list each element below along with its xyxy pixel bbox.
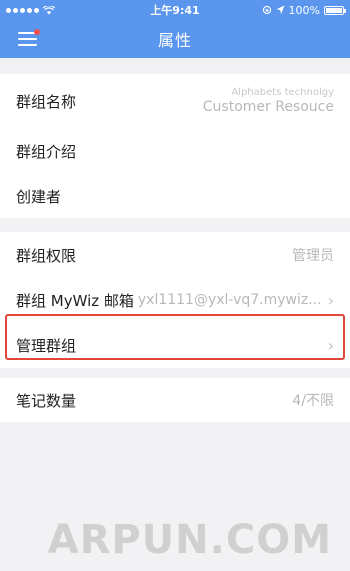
page-title: 属性 xyxy=(157,31,192,50)
group-permission-label: 群组权限 xyxy=(16,246,77,265)
group-email-row[interactable]: 群组 MyWiz 邮箱 yxl1111@yxl-vq7.mywiz... › xyxy=(0,278,350,322)
group-name-row[interactable]: 群组名称 Alphabets technolgy Customer Resouc… xyxy=(0,74,350,128)
group-email-value: yxl1111@yxl-vq7.mywiz... xyxy=(137,292,322,308)
manage-group-row[interactable]: 管理群组 › xyxy=(0,322,350,368)
location-icon xyxy=(276,5,285,14)
watermark: ARPUN.COM xyxy=(47,517,332,563)
status-left xyxy=(6,5,55,15)
group-email-label: 群组 MyWiz 邮箱 xyxy=(16,291,134,310)
group-name-label: 群组名称 xyxy=(16,92,77,111)
status-right: 100% xyxy=(262,3,346,17)
creator-row[interactable]: 创建者 xyxy=(0,174,350,218)
group-email-value-wrap: yxl1111@yxl-vq7.mywiz... › xyxy=(138,291,334,310)
group-name-value-line1: Alphabets technolgy xyxy=(231,86,334,98)
group-info-section: 群组名称 Alphabets technolgy Customer Resouc… xyxy=(0,74,350,218)
battery-percent: 100% xyxy=(288,3,320,17)
group-name-value: Alphabets technolgy Customer Resouce xyxy=(203,87,334,116)
group-intro-row[interactable]: 群组介绍 xyxy=(0,128,350,174)
nav-bar: 属性 xyxy=(0,20,350,58)
chevron-right-icon: › xyxy=(327,335,334,355)
notification-dot xyxy=(34,29,40,35)
creator-label: 创建者 xyxy=(16,187,62,206)
note-count-value: 4/不限 xyxy=(292,393,334,409)
status-bar: 上午9:41 100% xyxy=(0,0,350,20)
wifi-icon xyxy=(43,5,55,14)
note-count-label: 笔记数量 xyxy=(16,391,77,410)
lock-rotation-icon xyxy=(262,5,271,15)
menu-button[interactable] xyxy=(18,29,40,49)
note-count-row[interactable]: 笔记数量 4/不限 xyxy=(0,378,350,422)
manage-group-chevron-wrap: › xyxy=(328,336,334,355)
group-permission-row[interactable]: 群组权限 管理员 xyxy=(0,232,350,278)
group-permission-value: 管理员 xyxy=(292,248,334,264)
group-intro-label: 群组介绍 xyxy=(16,142,77,161)
battery-icon xyxy=(324,5,346,15)
manage-group-label: 管理群组 xyxy=(16,336,77,355)
group-name-value-line2: Customer Resouce xyxy=(202,98,334,115)
notes-section: 笔记数量 4/不限 xyxy=(0,378,350,422)
group-settings-section: 群组权限 管理员 群组 MyWiz 邮箱 yxl1111@yxl-vq7.myw… xyxy=(0,232,350,368)
chevron-right-icon: › xyxy=(327,290,334,310)
signal-icon xyxy=(6,7,39,13)
